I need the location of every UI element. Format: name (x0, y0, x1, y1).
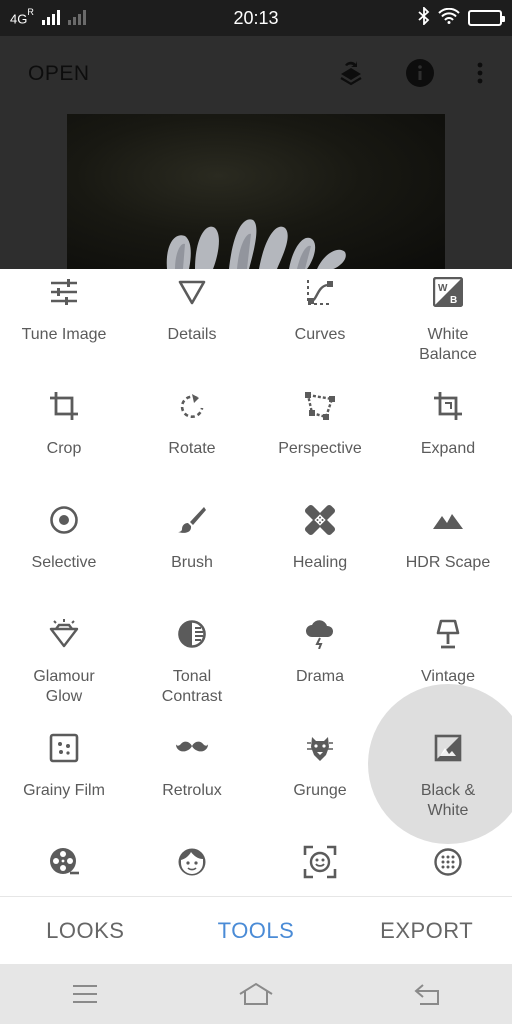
tool-label: Details (167, 326, 217, 343)
perspective-icon (303, 389, 337, 423)
back-icon[interactable] (407, 979, 447, 1009)
tool-label: Crop (46, 440, 82, 457)
system-nav-bar (0, 964, 512, 1024)
tab-looks[interactable]: LOOKS (0, 897, 171, 964)
signal-strength-sim2-icon (67, 10, 86, 26)
home-icon[interactable] (236, 979, 276, 1009)
tool-label: Tonal Contrast (161, 668, 223, 705)
status-left: 4GR (10, 6, 86, 27)
tool-label: Curves (294, 326, 346, 343)
status-bar: 4GR 20:13 (0, 0, 512, 36)
tool-label: HDR Scape (405, 554, 491, 571)
tool-hdr-scape[interactable]: HDR Scape (384, 497, 512, 611)
tool-dots-circle[interactable] (384, 839, 512, 896)
tool-perspective[interactable]: Perspective (256, 383, 384, 497)
tool-black-white[interactable]: Black & White (384, 725, 512, 839)
tool-label: Glamour Glow (33, 668, 95, 705)
info-icon[interactable] (403, 56, 437, 90)
grain-icon (47, 731, 81, 765)
tool-label: Healing (292, 554, 348, 571)
selective-icon (47, 503, 81, 537)
signal-strength-icon (41, 10, 60, 26)
brush-icon (175, 503, 209, 537)
tool-drama[interactable]: Drama (256, 611, 384, 725)
face-detect-icon (303, 845, 337, 879)
app-bar: OPEN (0, 36, 512, 114)
diamond-icon (47, 617, 81, 651)
lamp-icon (431, 617, 465, 651)
open-button[interactable]: OPEN (28, 62, 90, 86)
tool-grainy-film[interactable]: Grainy Film (0, 725, 128, 839)
tool-crop[interactable]: Crop (0, 383, 128, 497)
crop-icon (47, 389, 81, 423)
tool-face[interactable] (128, 839, 256, 896)
tool-healing[interactable]: Healing (256, 497, 384, 611)
status-right (418, 5, 505, 30)
wifi-icon (438, 7, 460, 29)
face-icon (175, 845, 209, 879)
black-white-icon (431, 731, 465, 765)
triangle-icon (175, 275, 209, 309)
film-reel-icon (47, 845, 81, 879)
tool-tonal-contrast[interactable]: Tonal Contrast (128, 611, 256, 725)
bandage-icon (303, 503, 337, 537)
mountains-icon (431, 503, 465, 537)
bluetooth-icon (418, 5, 430, 30)
curves-icon (303, 275, 337, 309)
svg-text:B: B (450, 295, 457, 306)
tool-label: Rotate (168, 440, 216, 457)
tonal-contrast-icon (175, 617, 209, 651)
tool-label: Tune Image (21, 326, 107, 343)
dots-circle-icon (431, 845, 465, 879)
more-vert-icon[interactable] (463, 56, 497, 90)
tool-label: Selective (31, 554, 97, 571)
tool-label: Vintage (421, 668, 475, 685)
battery-icon (468, 10, 505, 26)
tool-label: Grainy Film (23, 782, 105, 799)
tab-tools[interactable]: TOOLS (171, 897, 342, 964)
tools-panel: Tune Image Details Curves W B White Balance Cr… (0, 269, 512, 896)
tool-brush[interactable]: Brush (128, 497, 256, 611)
rotate-icon (175, 389, 209, 423)
tool-label: Drama (295, 668, 344, 685)
tab-export[interactable]: EXPORT (341, 897, 512, 964)
tool-label: White Balance (419, 326, 477, 363)
bottom-tabs: LOOKS TOOLS EXPORT (0, 896, 512, 964)
tool-details[interactable]: Details (128, 269, 256, 383)
tool-label: Grunge (293, 782, 347, 799)
tool-vintage[interactable]: Vintage (384, 611, 512, 725)
svg-text:W: W (438, 283, 448, 294)
network-type: 4GR (10, 6, 34, 27)
tool-film-reel[interactable] (0, 839, 128, 896)
white-balance-icon: WB (431, 275, 465, 309)
tool-grunge[interactable]: Grunge (256, 725, 384, 839)
tool-label: Brush (171, 554, 213, 571)
tool-label: Retrolux (162, 782, 222, 799)
tool-curves[interactable]: Curves (256, 269, 384, 383)
tool-selective[interactable]: Selective (0, 497, 128, 611)
tool-label: Perspective (278, 440, 362, 457)
tool-retrolux[interactable]: Retrolux (128, 725, 256, 839)
tool-tune-image[interactable]: Tune Image (0, 269, 128, 383)
photo-preview[interactable] (67, 114, 445, 269)
tune-sliders-icon (47, 275, 81, 309)
tool-rotate[interactable]: Rotate (128, 383, 256, 497)
grunge-icon (303, 731, 337, 765)
expand-icon (431, 389, 465, 423)
tool-expand[interactable]: Expand (384, 383, 512, 497)
tool-label: Expand (420, 440, 476, 457)
menu-icon[interactable] (65, 979, 105, 1009)
layers-icon[interactable] (334, 56, 368, 90)
tool-label: Black & White (420, 782, 476, 819)
tool-glamour-glow[interactable]: Glamour Glow (0, 611, 128, 725)
cloud-storm-icon (303, 617, 337, 651)
tool-white-balance[interactable]: W B White Balance (384, 269, 512, 383)
mustache-icon (175, 731, 209, 765)
tool-face-detect[interactable] (256, 839, 384, 896)
